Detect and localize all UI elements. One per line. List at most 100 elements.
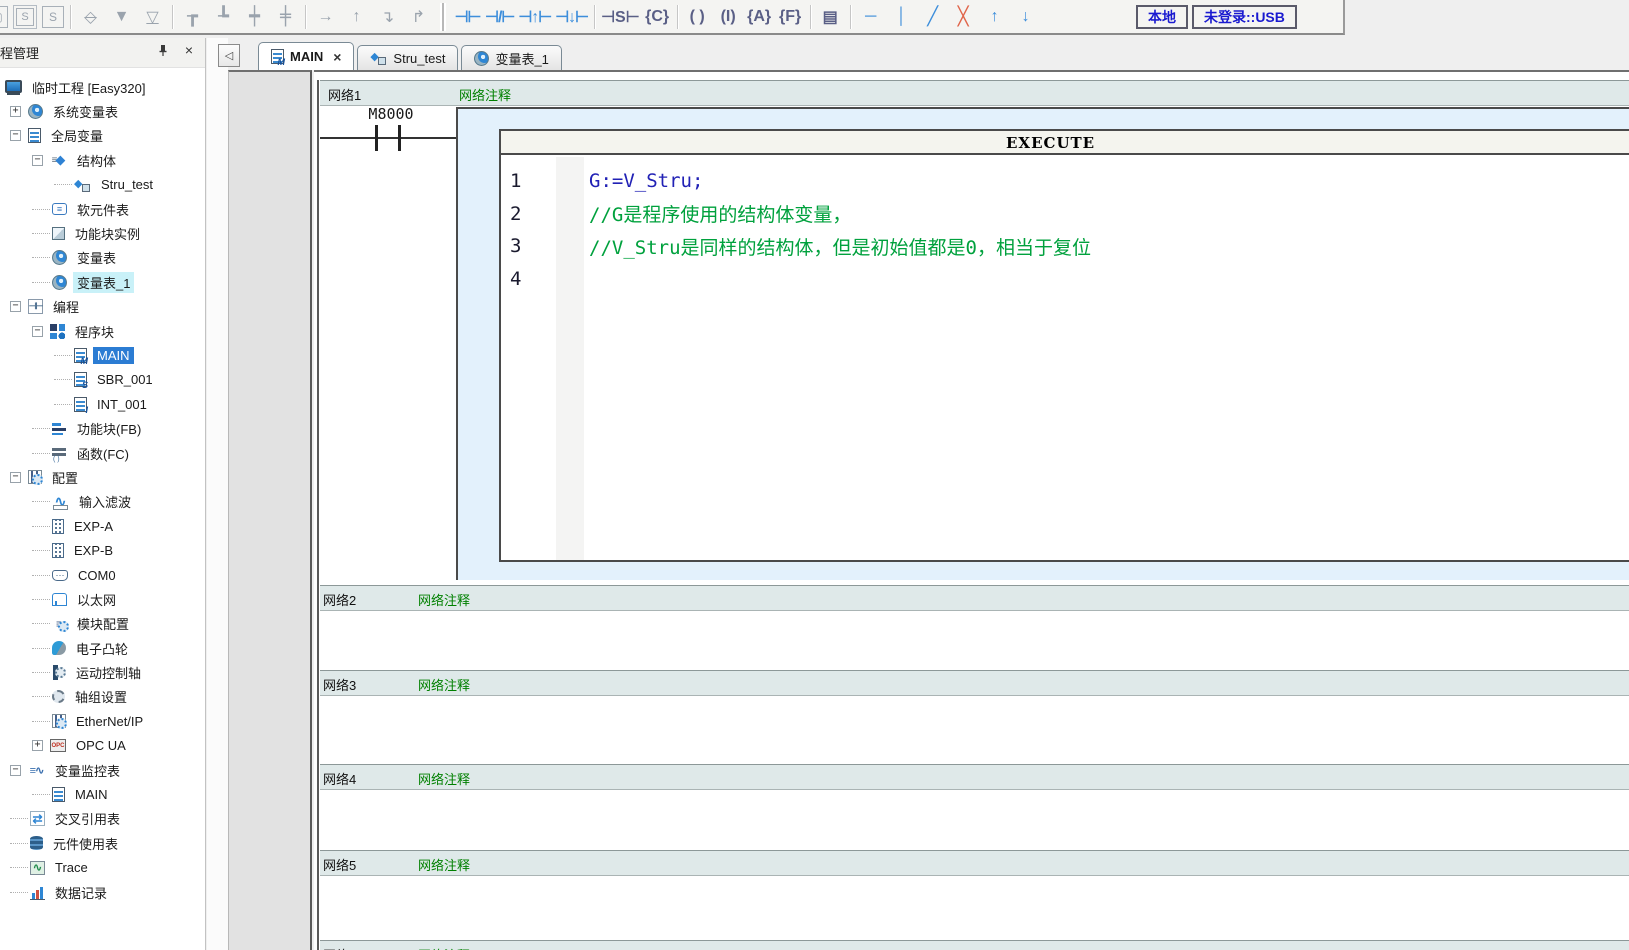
tree-expander[interactable]: − [10,301,21,312]
branch-end-icon[interactable]: ┺ [210,4,237,30]
tree-item-[interactable]: 以太网 [0,587,205,611]
tree-expander[interactable]: + [10,106,21,117]
tree-item-[interactable]: ∿输入滤波 [0,490,205,514]
insert-network-below-icon[interactable]: ▽ [139,4,166,30]
tree-item-fc[interactable]: 函数(FC) [0,441,205,465]
st-code-area[interactable]: 1G:=V_Stru;2//G是程序使用的结构体变量，3//V_Stru是同样的… [501,157,1629,560]
tree-item-_1[interactable]: 变量表_1 [0,270,205,294]
contact-nc-icon[interactable]: ⊣/⊢ [485,4,514,30]
tree-item-[interactable]: 软元件表 [0,197,205,221]
tree-item-[interactable]: −≡∿变量监控表 [0,758,205,782]
tree-item-[interactable]: −全局变量 [0,124,205,148]
contact-no-icon[interactable]: ⊣⊢ [454,4,481,30]
tree-item-[interactable]: +系统变量表 [0,99,205,123]
tree-item-int_001[interactable]: INT_001 [0,392,205,416]
network-header-4[interactable]: 网络4网络注释 [320,764,1629,790]
contact-operand-label[interactable]: M8000 [348,105,434,123]
tree-item-sbr_001[interactable]: SBR_001 [0,368,205,392]
tree-item-[interactable]: −⊣⊢编程 [0,295,205,319]
network-header-5[interactable]: 网络5网络注释 [320,850,1629,876]
set-coil-boxed-icon[interactable]: S [16,8,34,26]
branch-insert-icon[interactable]: ┿ [241,4,268,30]
network-comment[interactable]: 网络注释 [418,855,470,874]
application-block-icon[interactable]: {A} [746,4,773,30]
contact-set-icon[interactable]: ⊣S⊢ [601,4,640,30]
wire-up-icon[interactable]: ↑ [343,4,370,30]
tree-item-exp-a[interactable]: EXP-A [0,514,205,538]
wire-right-icon[interactable]: → [312,4,339,30]
execute-block[interactable]: EXECUTE1G:=V_Stru;2//G是程序使用的结构体变量，3//V_S… [499,129,1629,562]
tree-item-[interactable]: 数据记录 [0,880,205,904]
tree-item-exp-b[interactable]: EXP-B [0,538,205,562]
tree-item-[interactable]: −配置 [0,465,205,489]
tree-item-[interactable]: 电子凸轮 [0,636,205,660]
tree-item-[interactable]: ≡模块配置 [0,612,205,636]
tree-expander[interactable]: − [10,472,21,483]
network-header-2[interactable]: 网络2网络注释 [320,585,1629,611]
delete-network-icon[interactable]: ▼ [108,4,135,30]
tree-item-main[interactable]: MAIN [0,782,205,806]
tree-expander[interactable]: − [10,765,21,776]
local-mode-button[interactable]: 本地 [1136,5,1188,29]
tree-expander[interactable]: − [10,130,21,141]
move-down-icon[interactable]: ↓ [1012,4,1039,30]
draw-vline-icon[interactable]: │ [888,4,915,30]
tree-item-label: EtherNet/IP [72,713,147,730]
tab-close-icon[interactable]: × [333,49,341,65]
branch-start-icon[interactable]: ┲ [179,4,206,30]
reset-coil-boxed-icon[interactable]: S [42,6,64,28]
tab-scroll-left-button[interactable]: ◁ [218,44,240,67]
tree-item-trace[interactable]: ∿Trace [0,856,205,880]
network-comment[interactable]: 网络注释 [418,769,470,788]
delete-vline-icon[interactable]: ╳ [950,4,977,30]
contact-falling-icon[interactable]: ⊣↓⊢ [555,4,588,30]
tree-item-fb[interactable]: 功能块(FB) [0,416,205,440]
ladder-network-area[interactable]: 网络1网络注释网络2网络注释网络3网络注释网络4网络注释网络5网络注释网络6网络… [314,70,1629,950]
insert-network-icon[interactable]: ◇ [77,4,104,30]
tab-_1[interactable]: 变量表_1 [461,45,561,70]
network-header-1[interactable]: 网络1网络注释 [320,80,1629,106]
close-panel-icon[interactable]: × [181,42,197,58]
wire-corner-down-icon[interactable]: ↴ [374,4,401,30]
tree-item-stru_test[interactable]: Stru_test [0,173,205,197]
tree-item-[interactable]: ⇄交叉引用表 [0,807,205,831]
tree-item-ethernetip[interactable]: EtherNet/IP [0,709,205,733]
tab-stru_test[interactable]: Stru_test [357,45,458,70]
tree-expander[interactable]: + [32,740,43,751]
draw-hline-icon[interactable]: ─ [857,4,884,30]
delete-hline-icon[interactable]: ╱ [919,4,946,30]
tree-item-main[interactable]: MAIN [0,343,205,367]
tree-item-[interactable]: 元件使用表 [0,831,205,855]
tree-item-[interactable]: 变量表 [0,246,205,270]
network-comment[interactable]: 网络注释 [418,590,470,609]
tree-expander[interactable]: − [32,155,43,166]
coil-inverse-icon[interactable]: (I) [715,4,742,30]
coil-icon[interactable]: ( ) [684,4,711,30]
network-comment[interactable]: 网络注释 [418,675,470,694]
tree-item-[interactable]: 运动控制轴 [0,660,205,684]
out-coil-icon[interactable]: ▢ [0,6,8,28]
wire-corner-up-icon[interactable]: ↱ [405,4,432,30]
compare-block-icon[interactable]: {C} [644,4,671,30]
branch-merge-icon[interactable]: ╪ [272,4,299,30]
tree-item-[interactable]: −◆结构体 [0,148,205,172]
pin-icon[interactable] [155,42,171,58]
tree-item-[interactable]: 轴组设置 [0,685,205,709]
network-comment[interactable]: 网络注释 [418,945,470,950]
network-comment[interactable]: 网络注释 [459,85,511,104]
tree-item-easy320[interactable]: 临时工程 [Easy320] [0,75,205,99]
function-block-icon[interactable]: {F} [777,4,804,30]
tree-item-[interactable]: 功能块实例 [0,221,205,245]
tab-main[interactable]: MAIN× [258,42,354,70]
network-header-3[interactable]: 网络3网络注释 [320,670,1629,696]
tree-item-com0[interactable]: ⋯COM0 [0,563,205,587]
tree-item-[interactable]: −程序块 [0,319,205,343]
move-up-icon[interactable]: ↑ [981,4,1008,30]
network-header-6[interactable]: 网络6网络注释 [320,940,1629,950]
tree-item-opcua[interactable]: +OPCOPC UA [0,734,205,758]
instruction-table-icon[interactable]: ▤ [817,4,844,30]
panel-splitter[interactable] [207,38,228,950]
login-status-button[interactable]: 未登录::USB [1192,5,1297,29]
contact-rising-icon[interactable]: ⊣↑⊢ [518,4,551,30]
tree-expander[interactable]: − [32,326,43,337]
